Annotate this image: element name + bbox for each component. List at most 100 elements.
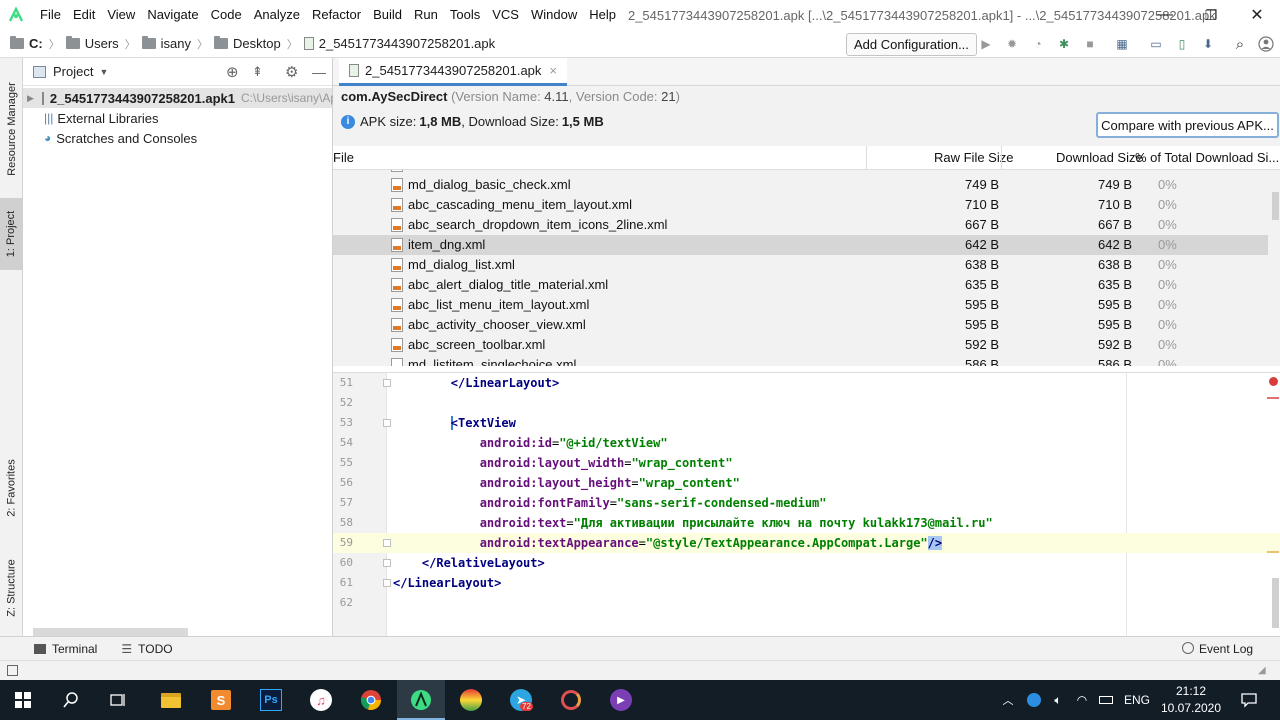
restore-button[interactable]: ❐ — [1188, 0, 1234, 30]
user-avatar-icon[interactable] — [1258, 36, 1274, 52]
breadcrumb-drive[interactable]: C: 〉 — [10, 36, 60, 52]
fold-marker-icon[interactable] — [383, 579, 391, 587]
fold-marker-icon[interactable] — [383, 379, 391, 387]
menu-refactor[interactable]: Refactor — [306, 0, 367, 30]
menu-analyze[interactable]: Analyze — [248, 0, 306, 30]
tab-resource-manager[interactable]: Resource Manager — [0, 74, 23, 184]
menu-window[interactable]: Window — [525, 0, 583, 30]
vertical-scrollbar[interactable] — [1272, 192, 1279, 220]
close-window-button[interactable]: ✕ — [1234, 0, 1280, 30]
locate-file-icon[interactable]: ⊕ — [226, 63, 239, 81]
code-line[interactable]: 60 </RelativeLayout> — [333, 553, 1280, 573]
clock[interactable]: 21:12 10.07.2020 — [1160, 683, 1222, 717]
tree-item-scratches[interactable]: ◕ Scratches and Consoles — [23, 128, 332, 148]
breadcrumb-apk[interactable]: 2_5451773443907258201.apk — [303, 36, 495, 51]
task-view-icon[interactable] — [104, 686, 134, 714]
sublime-text-icon[interactable]: S — [206, 686, 236, 714]
code-line[interactable]: 56 android:layout_height="wrap_content" — [333, 473, 1280, 493]
table-row[interactable]: abc_search_dropdown_item_icons_2line.xml… — [333, 215, 1268, 235]
device-manager-icon[interactable]: ▭ — [1148, 36, 1164, 52]
windows-start-icon[interactable] — [8, 686, 38, 714]
notifications-icon[interactable] — [1234, 686, 1264, 714]
telegram-icon[interactable]: ➤ 72 — [506, 686, 536, 714]
terminal-tab[interactable]: Terminal — [52, 642, 97, 656]
table-row[interactable]: abc_alert_dialog_title_material.xml 635 … — [333, 275, 1268, 295]
column-file[interactable]: File — [333, 146, 354, 170]
code-line[interactable]: 61 </LinearLayout> — [333, 573, 1280, 593]
profile-icon[interactable]: ◔ — [1030, 36, 1046, 52]
show-hidden-icons-icon[interactable]: ︿ — [998, 686, 1018, 714]
todo-tab[interactable]: TODO — [138, 642, 172, 656]
minimize-button[interactable]: — — [1142, 0, 1188, 30]
itunes-icon[interactable]: ♫ — [306, 686, 336, 714]
code-line[interactable]: 62 — [333, 593, 1280, 613]
vertical-scrollbar[interactable] — [1272, 578, 1279, 628]
fold-marker-icon[interactable] — [383, 539, 391, 547]
rainbow-app-icon[interactable] — [456, 686, 486, 714]
table-row[interactable]: md_dialog_basic_check.xml 749 B 749 B 0% — [333, 175, 1268, 195]
run-icon[interactable]: ▶ — [978, 36, 994, 52]
event-log-icon[interactable] — [1182, 642, 1194, 654]
code-line[interactable]: 57 android:fontFamily="sans-serif-conden… — [333, 493, 1280, 513]
chevron-down-icon[interactable]: ▼ — [99, 67, 108, 77]
table-row[interactable]: md_dialog_list.xml 638 B 638 B 0% — [333, 255, 1268, 275]
horizontal-scrollbar[interactable] — [33, 628, 188, 636]
media-player-icon[interactable]: ▶ — [606, 686, 636, 714]
battery-icon[interactable] — [1096, 686, 1116, 714]
error-indicator-icon[interactable] — [1269, 377, 1278, 386]
tab-structure[interactable]: Z: Structure — [0, 548, 23, 628]
language-indicator[interactable]: ENG — [1122, 686, 1152, 714]
tree-item-apk[interactable]: ▶ 2_5451773443907258201.apk1 C:\Users\is… — [23, 88, 337, 108]
fold-marker-icon[interactable] — [383, 559, 391, 567]
tab-apk-file[interactable]: 2_5451773443907258201.apk × — [339, 58, 567, 86]
tray-app-icon[interactable] — [1024, 686, 1044, 714]
collapse-all-icon[interactable]: ⇞ — [252, 64, 263, 80]
todo-icon[interactable]: ☰ — [121, 642, 132, 656]
tab-favorites[interactable]: 2: Favorites — [0, 448, 23, 528]
table-row-selected[interactable]: item_dng.xml 642 B 642 B 0% — [333, 235, 1268, 255]
table-row[interactable]: abc_list_menu_item_layout.xml 595 B 595 … — [333, 295, 1268, 315]
table-row[interactable]: abc_cascading_menu_item_layout.xml 710 B… — [333, 195, 1268, 215]
tab-project[interactable]: 1: Project — [0, 198, 23, 270]
volume-icon[interactable]: 🔈︎ — [1048, 686, 1068, 714]
menu-code[interactable]: Code — [205, 0, 248, 30]
search-icon[interactable] — [56, 686, 86, 714]
tree-item-external-libraries[interactable]: ||| External Libraries — [23, 108, 332, 128]
sdk-manager-icon[interactable]: ⬇ — [1200, 36, 1216, 52]
table-row[interactable]: abc_screen_toolbar.xml 592 B 592 B 0% — [333, 335, 1268, 355]
code-line[interactable]: 58 android:text="Для активации присылайт… — [333, 513, 1280, 533]
photoshop-icon[interactable]: Ps — [256, 686, 286, 714]
toggle-tool-windows-icon[interactable] — [7, 665, 18, 676]
network-tool-icon[interactable] — [556, 686, 586, 714]
apply-changes-icon[interactable]: ✱ — [1056, 36, 1072, 52]
terminal-icon[interactable] — [34, 643, 46, 654]
project-view-selector[interactable]: Project — [53, 64, 93, 79]
menu-file[interactable]: File — [34, 0, 67, 30]
avd-manager-icon[interactable]: ▯ — [1174, 36, 1190, 52]
stop-icon[interactable]: ■ — [1082, 36, 1098, 52]
menu-run[interactable]: Run — [408, 0, 444, 30]
breadcrumb-user[interactable]: isany 〉 — [141, 36, 208, 52]
add-configuration-button[interactable]: Add Configuration... — [846, 33, 977, 56]
menu-help[interactable]: Help — [583, 0, 622, 30]
code-line[interactable]: 52 — [333, 393, 1280, 413]
table-row[interactable]: abc_activity_chooser_view.xml 595 B 595 … — [333, 315, 1268, 335]
code-line[interactable]: 54 android:id="@+id/textView" — [333, 433, 1280, 453]
compare-apk-button[interactable]: Compare with previous APK... — [1096, 112, 1279, 138]
event-log-tab[interactable]: Event Log — [1199, 642, 1253, 656]
chevron-right-icon[interactable]: ▶ — [27, 93, 34, 104]
hide-panel-icon[interactable]: — — [312, 64, 326, 80]
code-line[interactable]: 55 android:layout_width="wrap_content" — [333, 453, 1280, 473]
menu-view[interactable]: View — [101, 0, 141, 30]
debug-icon[interactable]: ✹ — [1004, 36, 1020, 52]
code-line[interactable]: 53 <TextView — [333, 413, 1280, 433]
sync-project-icon[interactable]: ▦ — [1114, 36, 1130, 52]
column-download-size[interactable]: Download Size — [1056, 146, 1143, 170]
android-studio-taskbar-icon[interactable] — [406, 686, 436, 714]
column-percent-download[interactable]: % of Total Download Si... — [1135, 146, 1279, 170]
fold-marker-icon[interactable] — [383, 419, 391, 427]
code-line[interactable]: 59 android:textAppearance="@style/TextAp… — [333, 533, 1280, 553]
menu-navigate[interactable]: Navigate — [141, 0, 204, 30]
gear-icon[interactable]: ⚙ — [285, 63, 298, 81]
menu-vcs[interactable]: VCS — [486, 0, 525, 30]
